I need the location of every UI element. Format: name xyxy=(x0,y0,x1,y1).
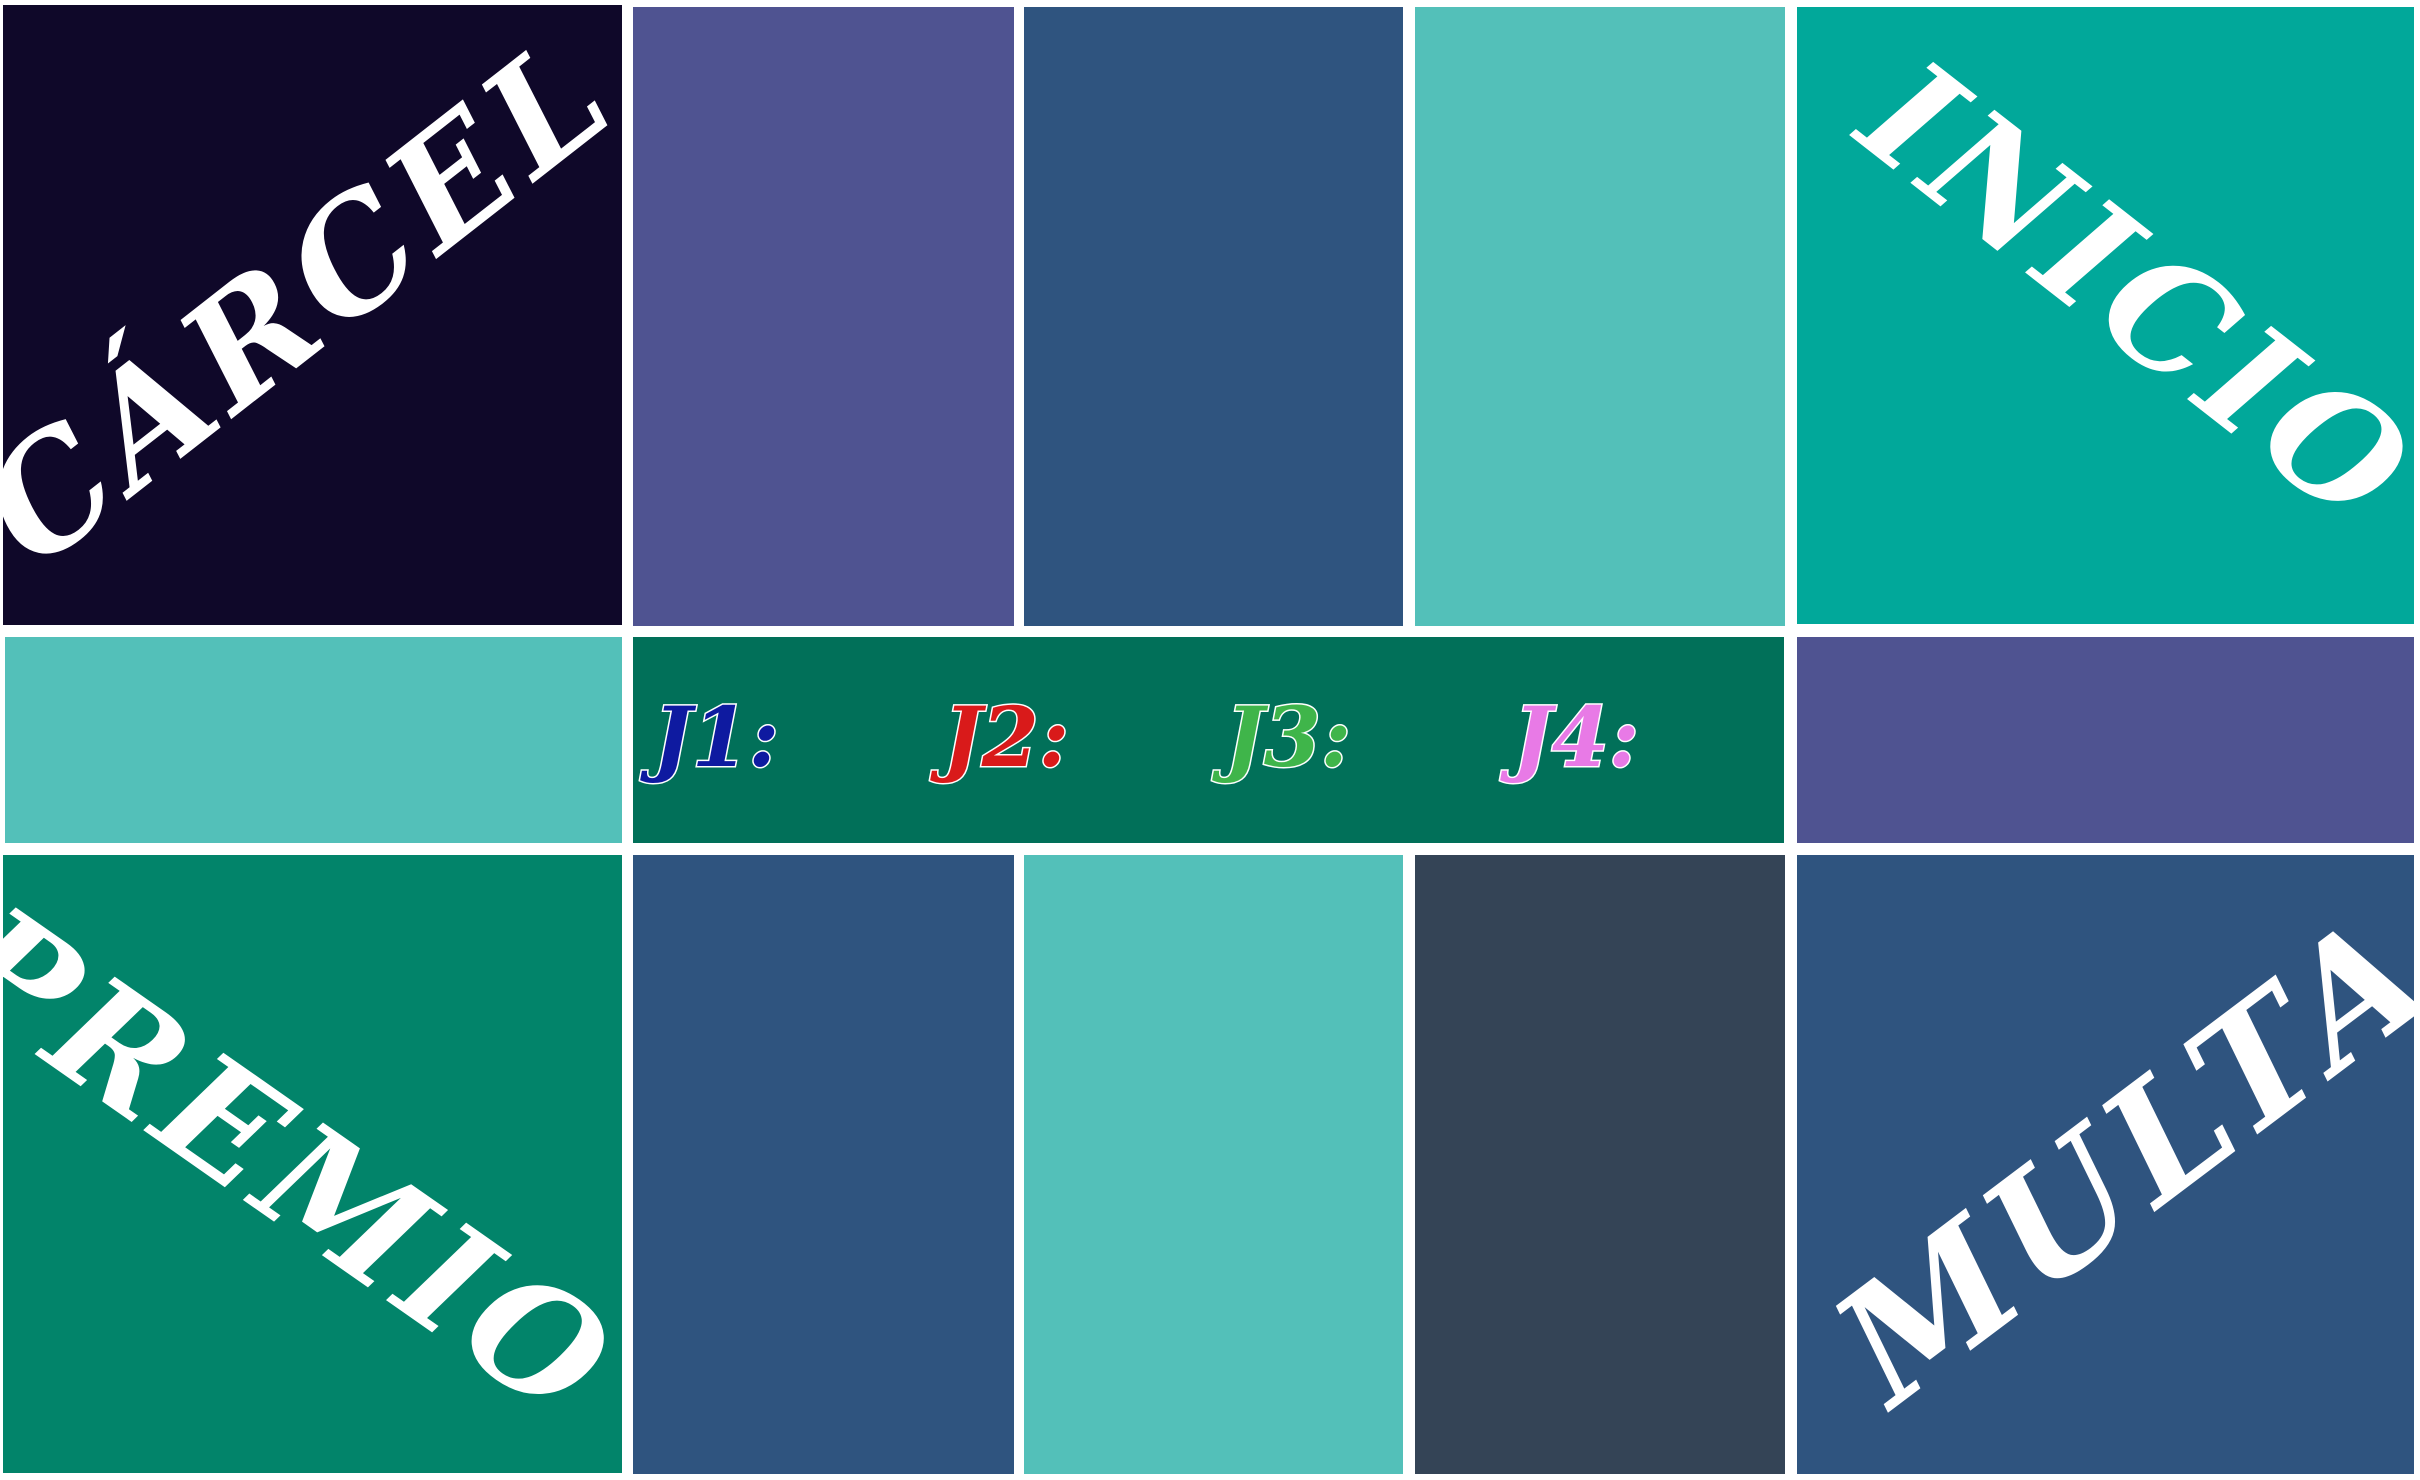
corner-carcel[interactable]: CÁRCEL xyxy=(3,5,622,625)
player-3-label: J3: xyxy=(1223,690,1352,786)
player-panel: J1: J2: J3: J4: xyxy=(633,637,1784,843)
board-square-top-1[interactable] xyxy=(633,7,1014,626)
corner-multa-label: MULTA xyxy=(1800,874,2414,1440)
player-2-label: J2: xyxy=(941,690,1070,786)
corner-premio[interactable]: PREMIO xyxy=(3,855,622,1473)
board-square-bottom-1[interactable] xyxy=(633,855,1014,1474)
player-list: J1: J2: J3: J4: xyxy=(633,637,1784,843)
game-board: CÁRCEL INICIO J1: J2: J3: J4: PREMIO MUL… xyxy=(0,0,2420,1480)
corner-carcel-label: CÁRCEL xyxy=(3,5,622,601)
board-square-bottom-3[interactable] xyxy=(1415,855,1785,1474)
corner-inicio[interactable]: INICIO xyxy=(1797,7,2414,624)
player-4-label: J4: xyxy=(1511,690,1640,786)
board-square-middle-right[interactable] xyxy=(1797,637,2414,843)
corner-inicio-label: INICIO xyxy=(1829,26,2414,563)
corner-premio-label: PREMIO xyxy=(3,872,622,1456)
board-square-top-3[interactable] xyxy=(1415,7,1785,626)
player-1-label: J1: xyxy=(651,690,780,786)
board-square-top-2[interactable] xyxy=(1024,7,1403,626)
board-square-middle-left[interactable] xyxy=(5,637,622,843)
board-square-bottom-2[interactable] xyxy=(1024,855,1403,1474)
corner-multa[interactable]: MULTA xyxy=(1797,855,2414,1474)
